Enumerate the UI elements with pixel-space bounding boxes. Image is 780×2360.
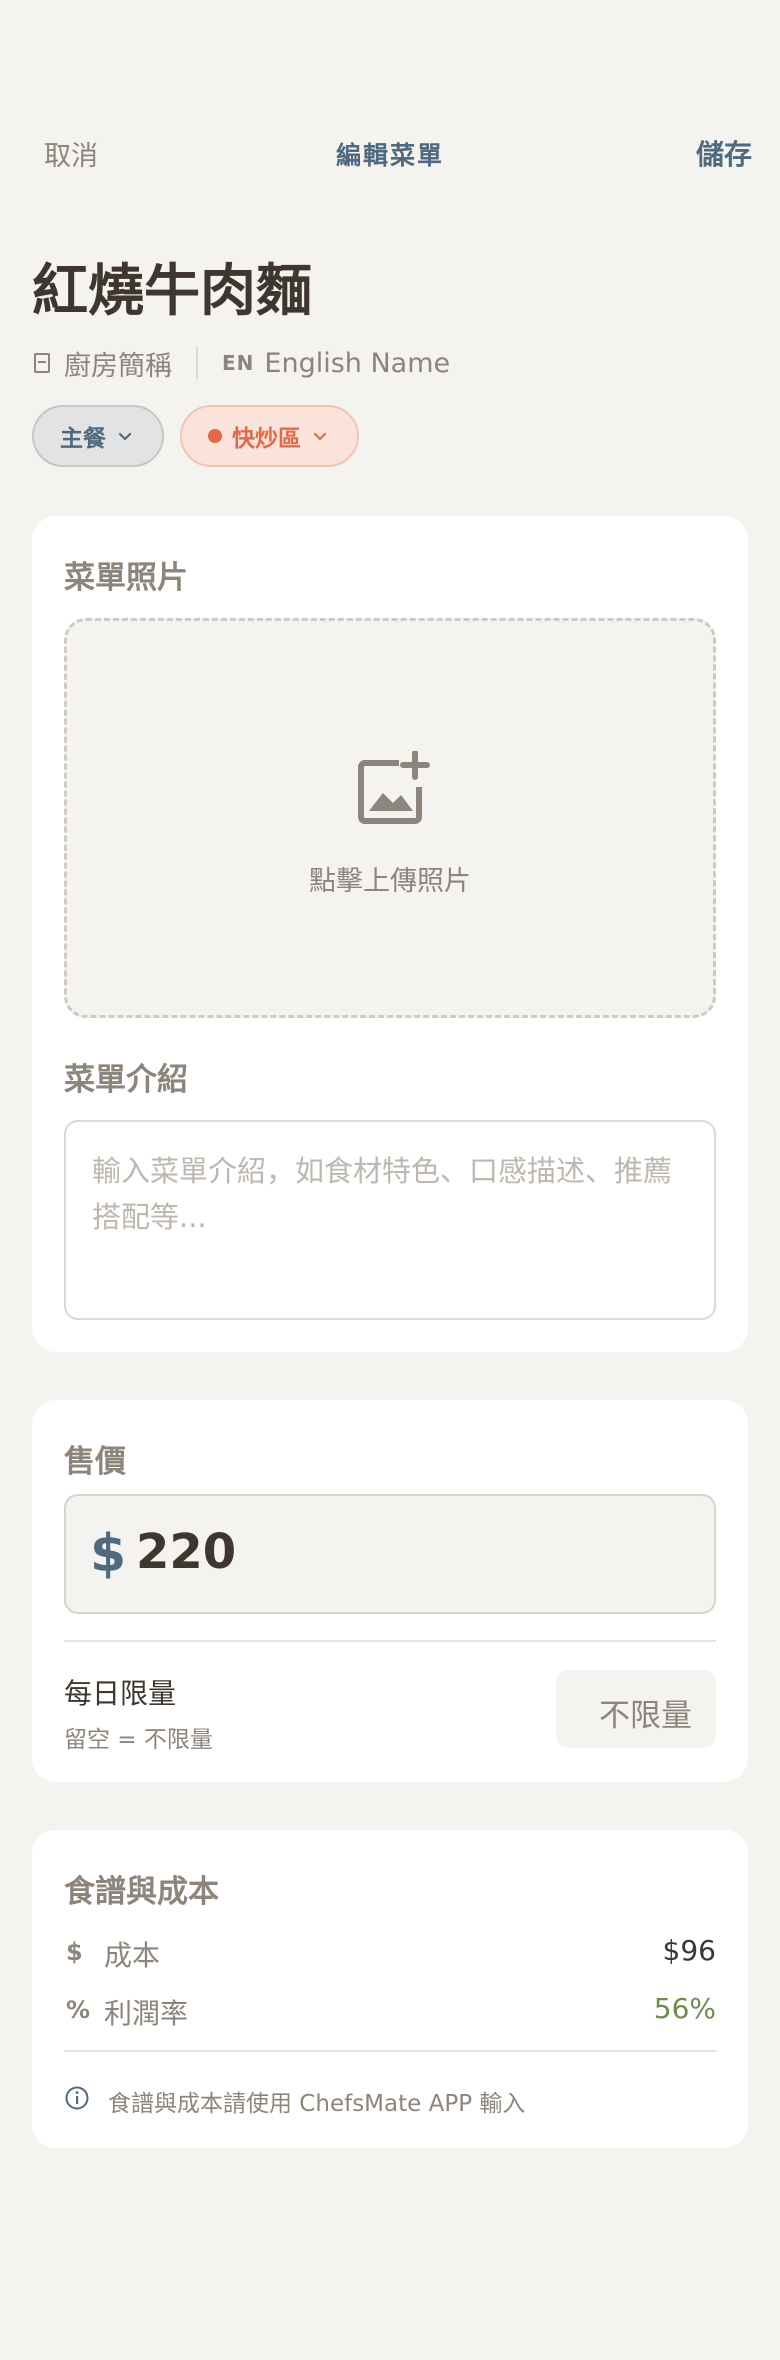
english-name-placeholder: English Name (264, 347, 451, 379)
pricing-card: 售價 $ 220 每日限量 留空 = 不限量 不限量 (32, 1400, 748, 1782)
kitchen-alias-placeholder: 廚房簡稱 (64, 350, 172, 382)
add-photo-icon (355, 750, 431, 827)
recipe-divider (64, 2050, 716, 2052)
photo-description-card: 菜單照片 點擊上傳照片 菜單介紹 輸入菜單介紹，如食材特色、口感描述、推薦搭配等… (32, 516, 748, 1352)
price-value: 220 (136, 1524, 237, 1580)
save-button[interactable]: 儲存 (696, 133, 752, 173)
daily-limit-hint: 留空 = 不限量 (64, 1727, 213, 1753)
english-language-icon: EN (222, 351, 255, 375)
recipe-info-text: 食譜與成本請使用 ChefsMate APP 輸入 (108, 2091, 526, 2117)
margin-label: 利潤率 (104, 1997, 189, 2030)
kitchen-alias-field[interactable]: 廚房簡稱 (34, 344, 172, 383)
page-title: 編輯菜單 (335, 141, 444, 170)
recipe-cost-card: 食譜與成本 $ 成本 $96 % 利潤率 56% 食譜與成本請使用 ChefsM… (32, 1830, 748, 2148)
price-input[interactable]: $ 220 (64, 1494, 716, 1614)
station-color-dot (208, 429, 222, 443)
kitchen-station-label: 快炒區 (232, 426, 301, 452)
upload-photo-label: 點擊上傳照片 (309, 866, 471, 897)
price-section-label: 售價 (64, 1444, 126, 1480)
description-textarea[interactable]: 輸入菜單介紹，如食材特色、口感描述、推薦搭配等... (64, 1120, 716, 1320)
dish-name-field[interactable]: 紅燒牛肉麵 (32, 246, 312, 327)
percent-icon: % (66, 1996, 91, 2024)
margin-row: % 利潤率 56% (64, 1992, 716, 2032)
currency-symbol: $ (90, 1524, 127, 1584)
top-nav-bar: 取消 編輯菜單 儲存 (0, 0, 780, 200)
english-name-field[interactable]: EN English Name (222, 348, 450, 379)
category-chips: 主餐 快炒區 (32, 405, 375, 467)
margin-value: 56% (653, 1992, 716, 2025)
cost-row: $ 成本 $96 (64, 1934, 716, 1974)
course-category-chip[interactable]: 主餐 (32, 405, 164, 467)
pricing-divider (64, 1640, 716, 1642)
info-icon (64, 2085, 90, 2111)
recipe-section-label: 食譜與成本 (64, 1874, 219, 1910)
photo-upload-area[interactable]: 點擊上傳照片 (64, 618, 716, 1018)
alt-names-divider (196, 347, 198, 379)
cost-label: 成本 (104, 1939, 161, 1972)
description-section-label: 菜單介紹 (64, 1062, 188, 1098)
chevron-down-icon (313, 429, 327, 443)
kitchen-station-chip[interactable]: 快炒區 (180, 405, 359, 467)
description-placeholder: 輸入菜單介紹，如食材特色、口感描述、推薦搭配等... (92, 1154, 673, 1234)
alt-names-row: 廚房簡稱 EN English Name (34, 343, 450, 383)
chevron-down-icon (118, 429, 132, 443)
daily-limit-label: 每日限量 (64, 1677, 177, 1710)
course-category-label: 主餐 (60, 426, 106, 452)
daily-limit-input[interactable]: 不限量 (556, 1670, 716, 1748)
kitchen-alias-icon (34, 353, 50, 373)
dollar-icon: $ (66, 1938, 83, 1966)
cost-value: $96 (662, 1934, 716, 1967)
photo-section-label: 菜單照片 (64, 560, 188, 596)
